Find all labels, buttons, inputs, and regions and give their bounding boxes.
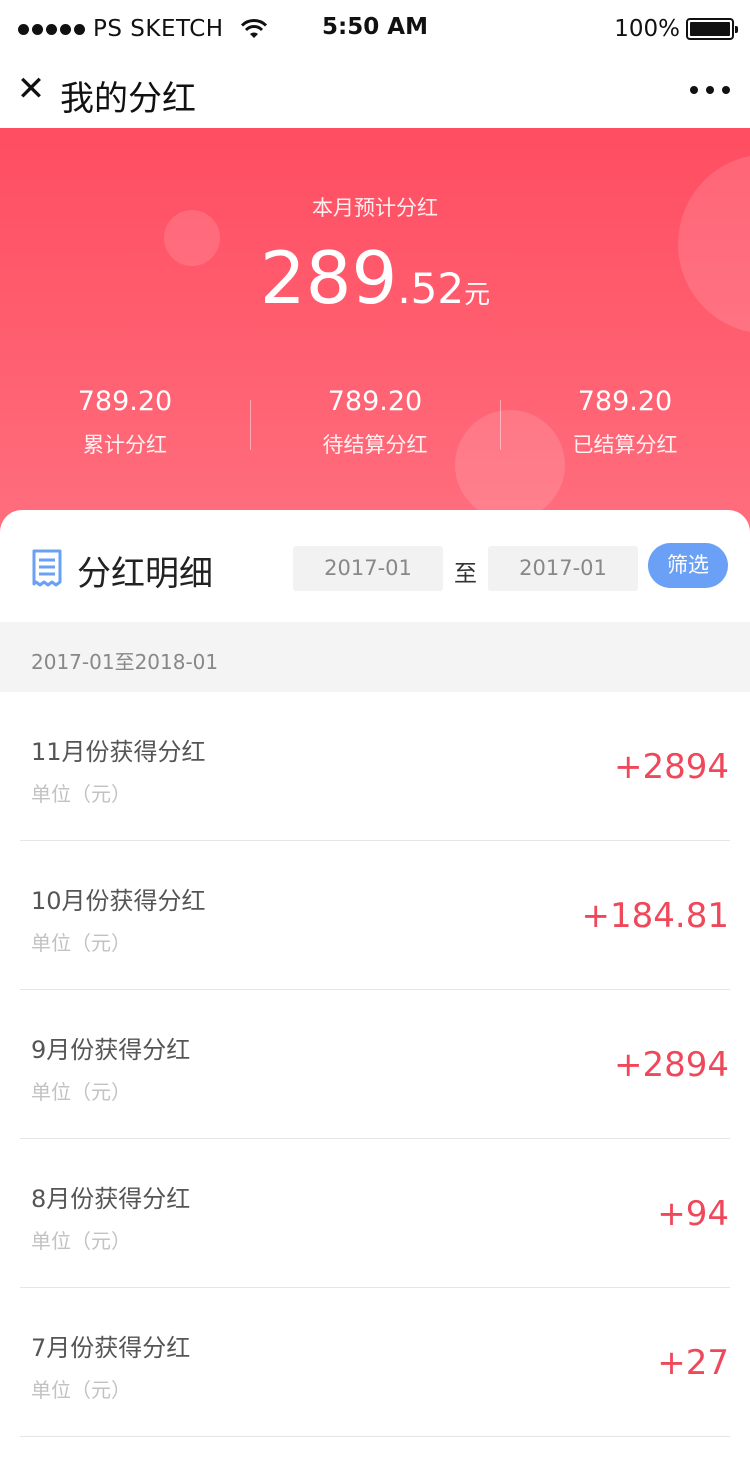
dividend-list: 11月份获得分红 单位（元） +2894 10月份获得分红 单位（元） +184… [0,692,750,1437]
amount-unit: 元 [464,280,491,310]
list-item[interactable]: 11月份获得分红 单位（元） +2894 [0,692,750,841]
page-title: 我的分红 [60,79,196,119]
close-icon[interactable]: ✕ [16,72,46,106]
nav-bar: ✕ 我的分红 [0,56,750,128]
monthly-estimate-amount: 289.52元 [0,236,750,320]
stat-value: 789.20 [327,386,423,417]
battery-icon [686,18,738,40]
stat-settled: 789.20 已结算分红 [500,386,750,459]
item-title: 7月份获得分红 [31,1334,191,1362]
item-amount: +27 [657,1343,729,1383]
battery-percent: 100% [614,16,680,42]
item-unit: 单位（元） [31,1229,131,1253]
item-amount: +184.81 [581,896,729,936]
stat-label: 已结算分红 [572,433,678,457]
status-right: 100% [614,14,738,44]
stats-row: 789.20 累计分红 789.20 待结算分红 789.20 已结算分红 [0,386,750,459]
item-amount: +94 [657,1194,729,1234]
item-title: 9月份获得分红 [31,1036,191,1064]
item-unit: 单位（元） [31,1378,131,1402]
stat-label: 待结算分红 [322,433,428,457]
start-date-input[interactable]: 2017-01 [293,546,443,591]
stat-total: 789.20 累计分红 [0,386,250,459]
item-title: 8月份获得分红 [31,1185,191,1213]
document-icon [32,549,62,587]
date-range-separator: 至 [454,561,477,587]
detail-header: 分红明细 2017-01 至 2017-01 筛选 [0,510,750,622]
dividend-summary: 本月预计分红 289.52元 789.20 累计分红 789.20 待结算分红 … [0,128,750,540]
amount-decimal: .52 [397,264,465,313]
amount-integer: 289 [259,236,398,320]
monthly-estimate-label: 本月预计分红 [312,196,438,220]
status-bar: PS SKETCH 5:50 AM 100% [0,0,750,56]
item-unit: 单位（元） [31,1080,131,1104]
item-amount: +2894 [613,747,729,787]
more-dots-icon[interactable] [690,86,730,94]
stat-value: 789.20 [77,386,173,417]
section-title: 分红明细 [77,554,213,594]
filter-button[interactable]: 筛选 [648,543,728,588]
item-title: 11月份获得分红 [31,738,206,766]
list-item[interactable]: 7月份获得分红 单位（元） +27 [0,1288,750,1437]
stat-value: 789.20 [577,386,673,417]
list-item[interactable]: 10月份获得分红 单位（元） +184.81 [0,841,750,990]
date-range-bar: 2017-01至2018-01 [0,622,750,692]
end-date-input[interactable]: 2017-01 [488,546,638,591]
item-amount: +2894 [613,1045,729,1085]
dividend-detail-card: 分红明细 2017-01 至 2017-01 筛选 2017-01至2018-0… [0,510,750,1457]
list-item[interactable]: 8月份获得分红 单位（元） +94 [0,1139,750,1288]
item-title: 10月份获得分红 [31,887,206,915]
item-unit: 单位（元） [31,782,131,806]
list-item[interactable]: 9月份获得分红 单位（元） +2894 [0,990,750,1139]
date-range-text: 2017-01至2018-01 [31,650,219,674]
item-unit: 单位（元） [31,931,131,955]
stat-label: 累计分红 [83,433,167,457]
stat-pending: 789.20 待结算分红 [250,386,500,459]
